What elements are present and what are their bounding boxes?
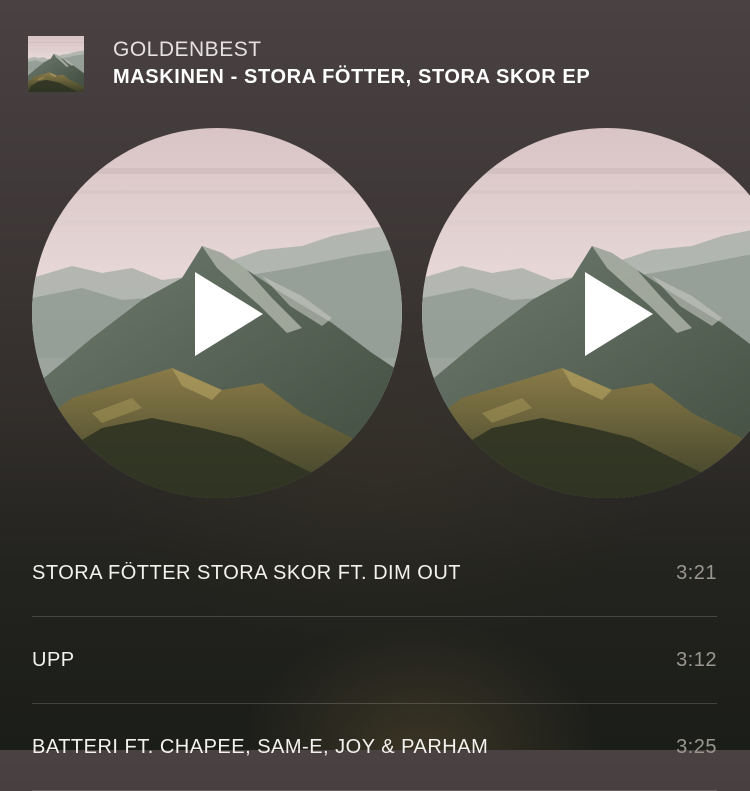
track-duration: 3:21 [676,561,717,584]
artist-name: GOLDENBEST [113,38,262,61]
track-duration: 3:12 [676,648,717,671]
track-row[interactable]: BATTERI FT. CHAPEE, SAM-E, JOY & PARHAM … [32,704,717,791]
artwork-carousel[interactable] [32,128,750,498]
track-list: STORA FÖTTER STORA SKOR FT. DIM OUT 3:21… [32,530,717,791]
track-duration: 3:25 [676,735,717,758]
album-header[interactable]: GOLDENBEST MASKINEN - STORA FÖTTER, STOR… [28,36,730,92]
play-icon[interactable] [193,270,265,358]
album-info: GOLDENBEST MASKINEN - STORA FÖTTER, STOR… [113,37,590,91]
artwork-disc[interactable] [32,128,402,498]
album-cover-icon [28,36,84,92]
play-icon[interactable] [583,270,655,358]
track-title: STORA FÖTTER STORA SKOR FT. DIM OUT [32,561,462,584]
album-title: MASKINEN - STORA FÖTTER, STORA SKOR EP [113,66,591,88]
artwork-disc[interactable] [422,128,750,498]
track-title: BATTERI FT. CHAPEE, SAM-E, JOY & PARHAM [32,735,489,758]
track-title: UPP [32,648,75,671]
track-row[interactable]: UPP 3:12 [32,617,717,704]
album-cover-thumbnail[interactable] [28,36,84,92]
track-row[interactable]: STORA FÖTTER STORA SKOR FT. DIM OUT 3:21 [32,530,717,617]
